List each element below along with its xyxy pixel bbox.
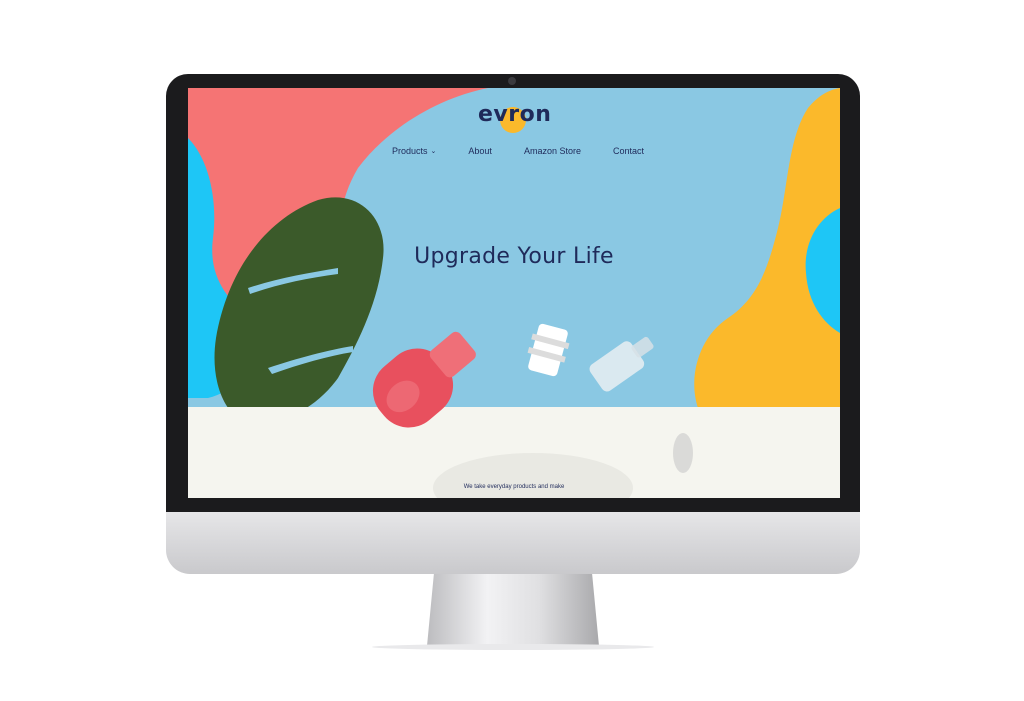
nav-amazon-store[interactable]: Amazon Store <box>524 146 581 156</box>
nav-contact[interactable]: Contact <box>613 146 644 156</box>
chevron-down-icon: ⌄ <box>430 148 437 155</box>
monitor-stand <box>427 574 599 646</box>
imac-monitor: evron Products ⌄ About Amazon Store Cont… <box>166 74 860 574</box>
webcam-icon <box>508 77 516 85</box>
logo-text: evron <box>478 102 552 127</box>
site-logo[interactable]: evron <box>478 102 552 133</box>
nav-about[interactable]: About <box>468 146 492 156</box>
nav-products-label: Products <box>392 146 428 156</box>
website-screen: evron Products ⌄ About Amazon Store Cont… <box>188 88 840 498</box>
nav-products[interactable]: Products ⌄ <box>392 146 436 156</box>
tagline: We take everyday products and make <box>463 484 565 490</box>
main-nav: Products ⌄ About Amazon Store Contact <box>392 146 644 156</box>
hero-title: Upgrade Your Life <box>414 244 614 269</box>
monitor-chin <box>166 512 860 574</box>
stand-shadow <box>372 644 654 650</box>
monitor-bezel: evron Products ⌄ About Amazon Store Cont… <box>166 74 860 512</box>
blurred-part <box>673 433 693 473</box>
